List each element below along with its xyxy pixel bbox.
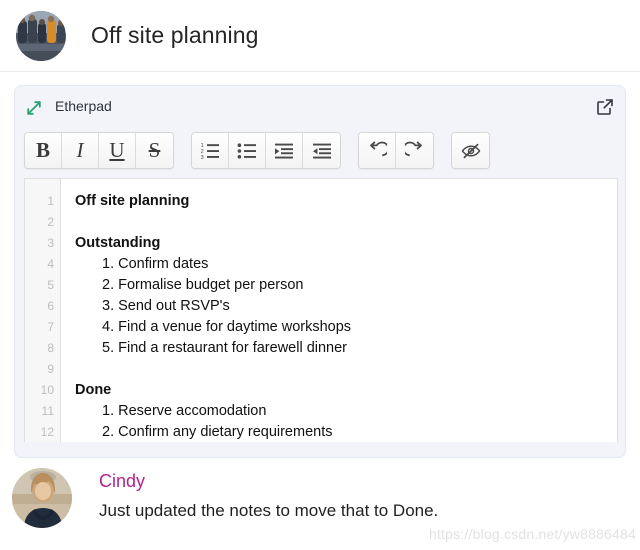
- comment-text: Just updated the notes to move that to D…: [99, 501, 439, 520]
- bullet-list-icon: [237, 142, 257, 160]
- outdent-button[interactable]: [303, 133, 340, 168]
- line-number: 1: [47, 194, 54, 208]
- line-number: 3: [47, 236, 54, 250]
- ordered-list-icon: 1 2 3: [200, 142, 220, 160]
- strikethrough-button[interactable]: S: [136, 133, 173, 168]
- etherpad-card: Etherpad B I U S 1 2 3 1 2 3 4 5 6 7 8 9…: [14, 85, 626, 458]
- undo-icon: [367, 140, 387, 161]
- line-number: 9: [47, 362, 54, 376]
- toolbar-group-history: [358, 132, 434, 169]
- expand-arrows-icon[interactable]: [24, 98, 44, 118]
- line-number: 10: [40, 383, 54, 397]
- ordered-list-button[interactable]: 1 2 3: [192, 133, 229, 168]
- indent-button[interactable]: [266, 133, 303, 168]
- comment-block: Cindy Just updated the notes to move tha…: [0, 468, 640, 528]
- doc-line[interactable]: 5. Find a restaurant for farewell dinner: [75, 338, 617, 359]
- cindy-avatar-image: [12, 468, 72, 528]
- indent-icon: [274, 142, 294, 160]
- doc-line[interactable]: Off site planning: [75, 191, 617, 212]
- eye-slash-icon: [460, 141, 482, 161]
- line-number: 4: [47, 257, 54, 271]
- doc-line[interactable]: 1. Confirm dates: [75, 254, 617, 275]
- bold-button[interactable]: B: [25, 133, 62, 168]
- doc-line[interactable]: 1. Reserve accomodation: [75, 401, 617, 422]
- svg-text:3: 3: [201, 154, 204, 159]
- line-number: 2: [47, 215, 54, 229]
- etherpad-app-name: Etherpad: [55, 98, 112, 114]
- doc-line[interactable]: 2. Formalise budget per person: [75, 275, 617, 296]
- redo-icon: [404, 140, 425, 161]
- page-title: Off site planning: [91, 22, 259, 48]
- group-photo-avatar: [16, 10, 66, 61]
- document-text[interactable]: Off site planning Outstanding 1. Confirm…: [61, 179, 617, 442]
- undo-button[interactable]: [359, 133, 396, 168]
- line-number: 6: [47, 299, 54, 313]
- etherpad-toolbar: B I U S 1 2 3: [24, 132, 490, 169]
- doc-line[interactable]: 2. Confirm any dietary requirements: [75, 422, 617, 442]
- watermark: https://blog.csdn.net/yw8886484: [428, 526, 636, 542]
- line-number: 11: [41, 404, 54, 418]
- doc-line[interactable]: 4. Find a venue for daytime workshops: [75, 317, 617, 338]
- doc-line[interactable]: 3. Send out RSVP's: [75, 296, 617, 317]
- line-number: 5: [47, 278, 54, 292]
- italic-button[interactable]: I: [62, 133, 99, 168]
- line-number: 7: [47, 320, 54, 334]
- comment-author[interactable]: Cindy: [99, 469, 438, 493]
- doc-line[interactable]: [75, 359, 617, 380]
- line-number-gutter: 1 2 3 4 5 6 7 8 9 10 11 12: [25, 179, 61, 442]
- line-number: 12: [40, 425, 54, 439]
- etherpad-card-header: Etherpad: [15, 86, 625, 130]
- group-photo-avatar-image: [16, 10, 66, 61]
- redo-button[interactable]: [396, 133, 433, 168]
- toolbar-group-list-format: 1 2 3: [191, 132, 341, 169]
- etherpad-editor[interactable]: 1 2 3 4 5 6 7 8 9 10 11 12 Off site plan…: [24, 178, 618, 442]
- underline-button[interactable]: U: [99, 133, 136, 168]
- doc-line[interactable]: Done: [75, 380, 617, 401]
- comment-body: Cindy Just updated the notes to move tha…: [99, 468, 438, 522]
- doc-line[interactable]: Outstanding: [75, 233, 617, 254]
- toolbar-group-authorship: [451, 132, 490, 169]
- page-header: Off site planning: [0, 0, 640, 72]
- outdent-icon: [312, 142, 332, 160]
- external-link-icon[interactable]: [595, 97, 615, 117]
- cindy-avatar: [12, 468, 72, 528]
- toolbar-group-text-format: B I U S: [24, 132, 174, 169]
- clear-authorship-colors-button[interactable]: [452, 133, 489, 168]
- line-number: 8: [47, 341, 54, 355]
- unordered-list-button[interactable]: [229, 133, 266, 168]
- app-root: Off site planning Etherpad B I U S 1 2 3…: [0, 0, 640, 550]
- doc-line[interactable]: [75, 212, 617, 233]
